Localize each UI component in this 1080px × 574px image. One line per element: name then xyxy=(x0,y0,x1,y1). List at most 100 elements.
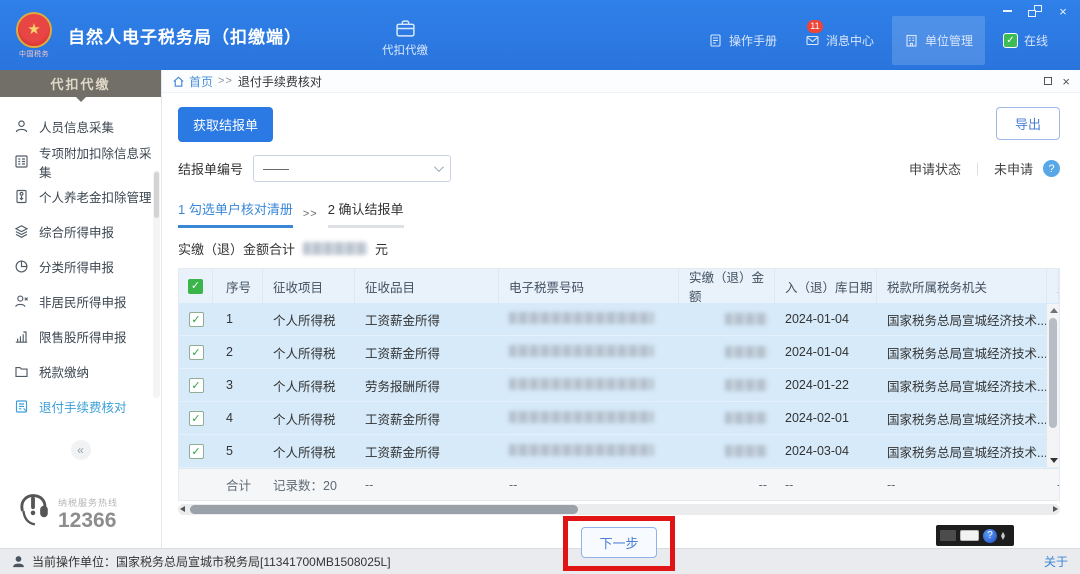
sidebar-item-label: 专项附加扣除信息采集 xyxy=(39,146,152,180)
sidebar-item-pension-deduction[interactable]: 个人养老金扣除管理 xyxy=(0,179,161,214)
masked-amount xyxy=(725,445,767,457)
column-header: 实缴（退）金额 xyxy=(679,269,775,304)
row-checkbox[interactable]: ✓ xyxy=(188,410,204,426)
help-icon[interactable]: ? xyxy=(1043,160,1060,177)
home-icon xyxy=(173,76,184,87)
column-header: 入（退）库日期 xyxy=(775,269,877,303)
scroll-down-arrow-icon[interactable] xyxy=(1050,458,1058,463)
table-row[interactable]: ✓5个人所得税工资薪金所得2024-03-04国家税务总局宣城经济技术...国家… xyxy=(179,435,1059,468)
sidebar-item-classified[interactable]: 分类所得申报 xyxy=(0,249,161,284)
cell-amount xyxy=(679,412,775,424)
scroll-left-arrow-icon[interactable] xyxy=(180,506,185,512)
masked-amount xyxy=(725,346,767,358)
ime-help-icon[interactable]: ? xyxy=(983,528,997,543)
sidebar-scrollbar[interactable] xyxy=(153,170,160,398)
header-menu-manual[interactable]: 操作手册 xyxy=(698,22,787,59)
ime-expand-icon[interactable]: ▴ ▾ xyxy=(1001,529,1005,541)
breadcrumb: 首页 >> 退付手续费核对 × xyxy=(162,70,1080,93)
scroll-right-arrow-icon[interactable] xyxy=(1053,506,1058,512)
breadcrumb-home[interactable]: 首页 xyxy=(172,73,213,90)
table-horizontal-scrollbar[interactable] xyxy=(178,504,1060,515)
header-menu-label: 操作手册 xyxy=(728,33,777,48)
table-row[interactable]: ✓1个人所得税工资薪金所得2024-01-04国家税务总局宣城经济技术...国家… xyxy=(179,303,1059,336)
header-menu: 操作手册 11 消息中心 单位管理 ✓ 在线 xyxy=(698,15,1080,65)
masked-etax-number xyxy=(509,344,654,357)
fetch-statement-button[interactable]: 获取结报单 xyxy=(178,107,274,142)
footer-dash: -- xyxy=(758,477,767,492)
next-step-button[interactable]: 下一步 xyxy=(581,526,657,558)
step-2-tab[interactable]: 2 确认结报单 xyxy=(327,199,404,228)
table-row[interactable]: ✓3个人所得税劳务报酬所得2024-01-22国家税务总局宣城经济技术...国家… xyxy=(179,369,1059,402)
cell-etax-number xyxy=(499,443,679,459)
sidebar-item-refund-fee-check[interactable]: 退付手续费核对 xyxy=(0,389,161,424)
sidebar-item-special-deduction[interactable]: 专项附加扣除信息采集 xyxy=(0,144,161,180)
cell-seq: 5 xyxy=(226,444,233,458)
statement-no-label: 结报单编号 xyxy=(178,162,244,177)
sidebar-item-nonresident[interactable]: 非居民所得申报 xyxy=(0,284,161,319)
online-icon: ✓ xyxy=(1002,32,1018,48)
nonresident-icon xyxy=(14,294,29,309)
header-menu-message[interactable]: 11 消息中心 xyxy=(795,19,884,59)
table-row[interactable]: ✓4个人所得税工资薪金所得2024-02-01国家税务总局宣城经济技术...国家… xyxy=(179,402,1059,435)
cell-tax-category: 工资薪金所得 xyxy=(365,313,441,328)
cell-tax-category: 工资薪金所得 xyxy=(365,346,441,361)
masked-total-amount xyxy=(303,242,368,255)
statement-no-select[interactable]: —— xyxy=(253,155,452,182)
sidebar-item-comprehensive[interactable]: 综合所得申报 xyxy=(0,214,161,249)
footer-dash: -- xyxy=(1047,478,1059,492)
keyboard-icon[interactable] xyxy=(960,530,979,541)
headset-person-icon xyxy=(20,494,48,526)
window-controls: × xyxy=(1000,4,1070,19)
header-menu-unit[interactable]: 单位管理 xyxy=(891,15,985,65)
close-button[interactable]: × xyxy=(1056,4,1070,19)
column-header: 税款所属税务机关 xyxy=(877,269,1047,303)
refund-check-panel: 获取结报单 导出 结报单编号 —— 申请状态 ｜ 未申请 ? 1 勾选单户核对清… xyxy=(162,93,1080,571)
export-button[interactable]: 导出 xyxy=(995,107,1060,140)
vertical-scroll-thumb[interactable] xyxy=(1049,318,1057,428)
scroll-up-arrow-icon[interactable] xyxy=(1050,308,1058,313)
cell-tax-category: 工资薪金所得 xyxy=(365,412,441,427)
steps-separator: >> xyxy=(302,208,318,220)
sidebar-item-personnel-info[interactable]: 人员信息采集 xyxy=(0,109,161,144)
layers-icon xyxy=(14,224,29,239)
apply-status-label: 申请状态 xyxy=(908,162,961,177)
cell-tax-authority: 国家税务总局宣城经济技术... xyxy=(887,412,1047,427)
minimize-button[interactable] xyxy=(1000,5,1014,17)
panel-close-icon[interactable]: × xyxy=(1062,75,1070,88)
masked-etax-number xyxy=(509,377,654,390)
ime-toolbar[interactable]: ? ▴ ▾ xyxy=(936,525,1014,546)
select-all-checkbox[interactable]: ✓ xyxy=(188,278,203,294)
row-checkbox[interactable]: ✓ xyxy=(188,311,204,327)
app-header: ★ 中国税务 自然人电子税务局（扣缴端） 代扣代缴 操作手册 11 消息中心 单位管理… xyxy=(0,0,1080,70)
cell-seq: 1 xyxy=(226,312,233,326)
table-vertical-scrollbar[interactable] xyxy=(1046,304,1059,467)
table-row[interactable]: ✓2个人所得税工资薪金所得2024-01-04国家税务总局宣城经济技术...国家… xyxy=(179,336,1059,369)
step-1-tab[interactable]: 1 勾选单户核对清册 xyxy=(178,199,293,228)
sidebar-menu: 人员信息采集 专项附加扣除信息采集 个人养老金扣除管理 综合所得申报 分类所得申报 非居民… xyxy=(0,97,161,424)
step-tabs: 1 勾选单户核对清册 >> 2 确认结报单 xyxy=(178,199,1060,228)
unit-icon xyxy=(904,33,919,48)
chevron-down-icon xyxy=(433,162,444,173)
cell-tax-item: 个人所得税 xyxy=(273,445,336,460)
restore-button[interactable] xyxy=(1028,5,1042,17)
chart-icon xyxy=(14,329,29,344)
sidebar-item-tax-payment[interactable]: 税款缴纳 xyxy=(0,354,161,389)
row-checkbox[interactable]: ✓ xyxy=(188,344,204,360)
masked-amount xyxy=(725,379,767,391)
cell-etax-number xyxy=(499,377,679,393)
breadcrumb-current: 退付手续费核对 xyxy=(237,74,322,89)
ime-mode-icon[interactable] xyxy=(940,530,956,541)
panel-restore-icon[interactable] xyxy=(1044,77,1053,85)
header-menu-online[interactable]: ✓ 在线 xyxy=(993,22,1058,59)
sidebar: 代扣代缴 人员信息采集 专项附加扣除信息采集 个人养老金扣除管理 综合所得申报 分类所得… xyxy=(0,70,162,548)
header-menu-label: 在线 xyxy=(1023,33,1048,48)
row-checkbox[interactable]: ✓ xyxy=(188,377,204,393)
horizontal-scroll-thumb[interactable] xyxy=(190,505,579,514)
sidebar-item-restricted-shares[interactable]: 限售股所得申报 xyxy=(0,319,161,354)
cell-date: 2024-02-01 xyxy=(785,411,849,425)
row-checkbox[interactable]: ✓ xyxy=(188,443,204,459)
tab-withholding[interactable]: 代扣代缴 xyxy=(382,18,428,58)
sidebar-collapse-button[interactable]: « xyxy=(70,440,91,460)
cell-tax-item: 个人所得税 xyxy=(273,412,336,427)
cell-amount xyxy=(679,445,775,457)
